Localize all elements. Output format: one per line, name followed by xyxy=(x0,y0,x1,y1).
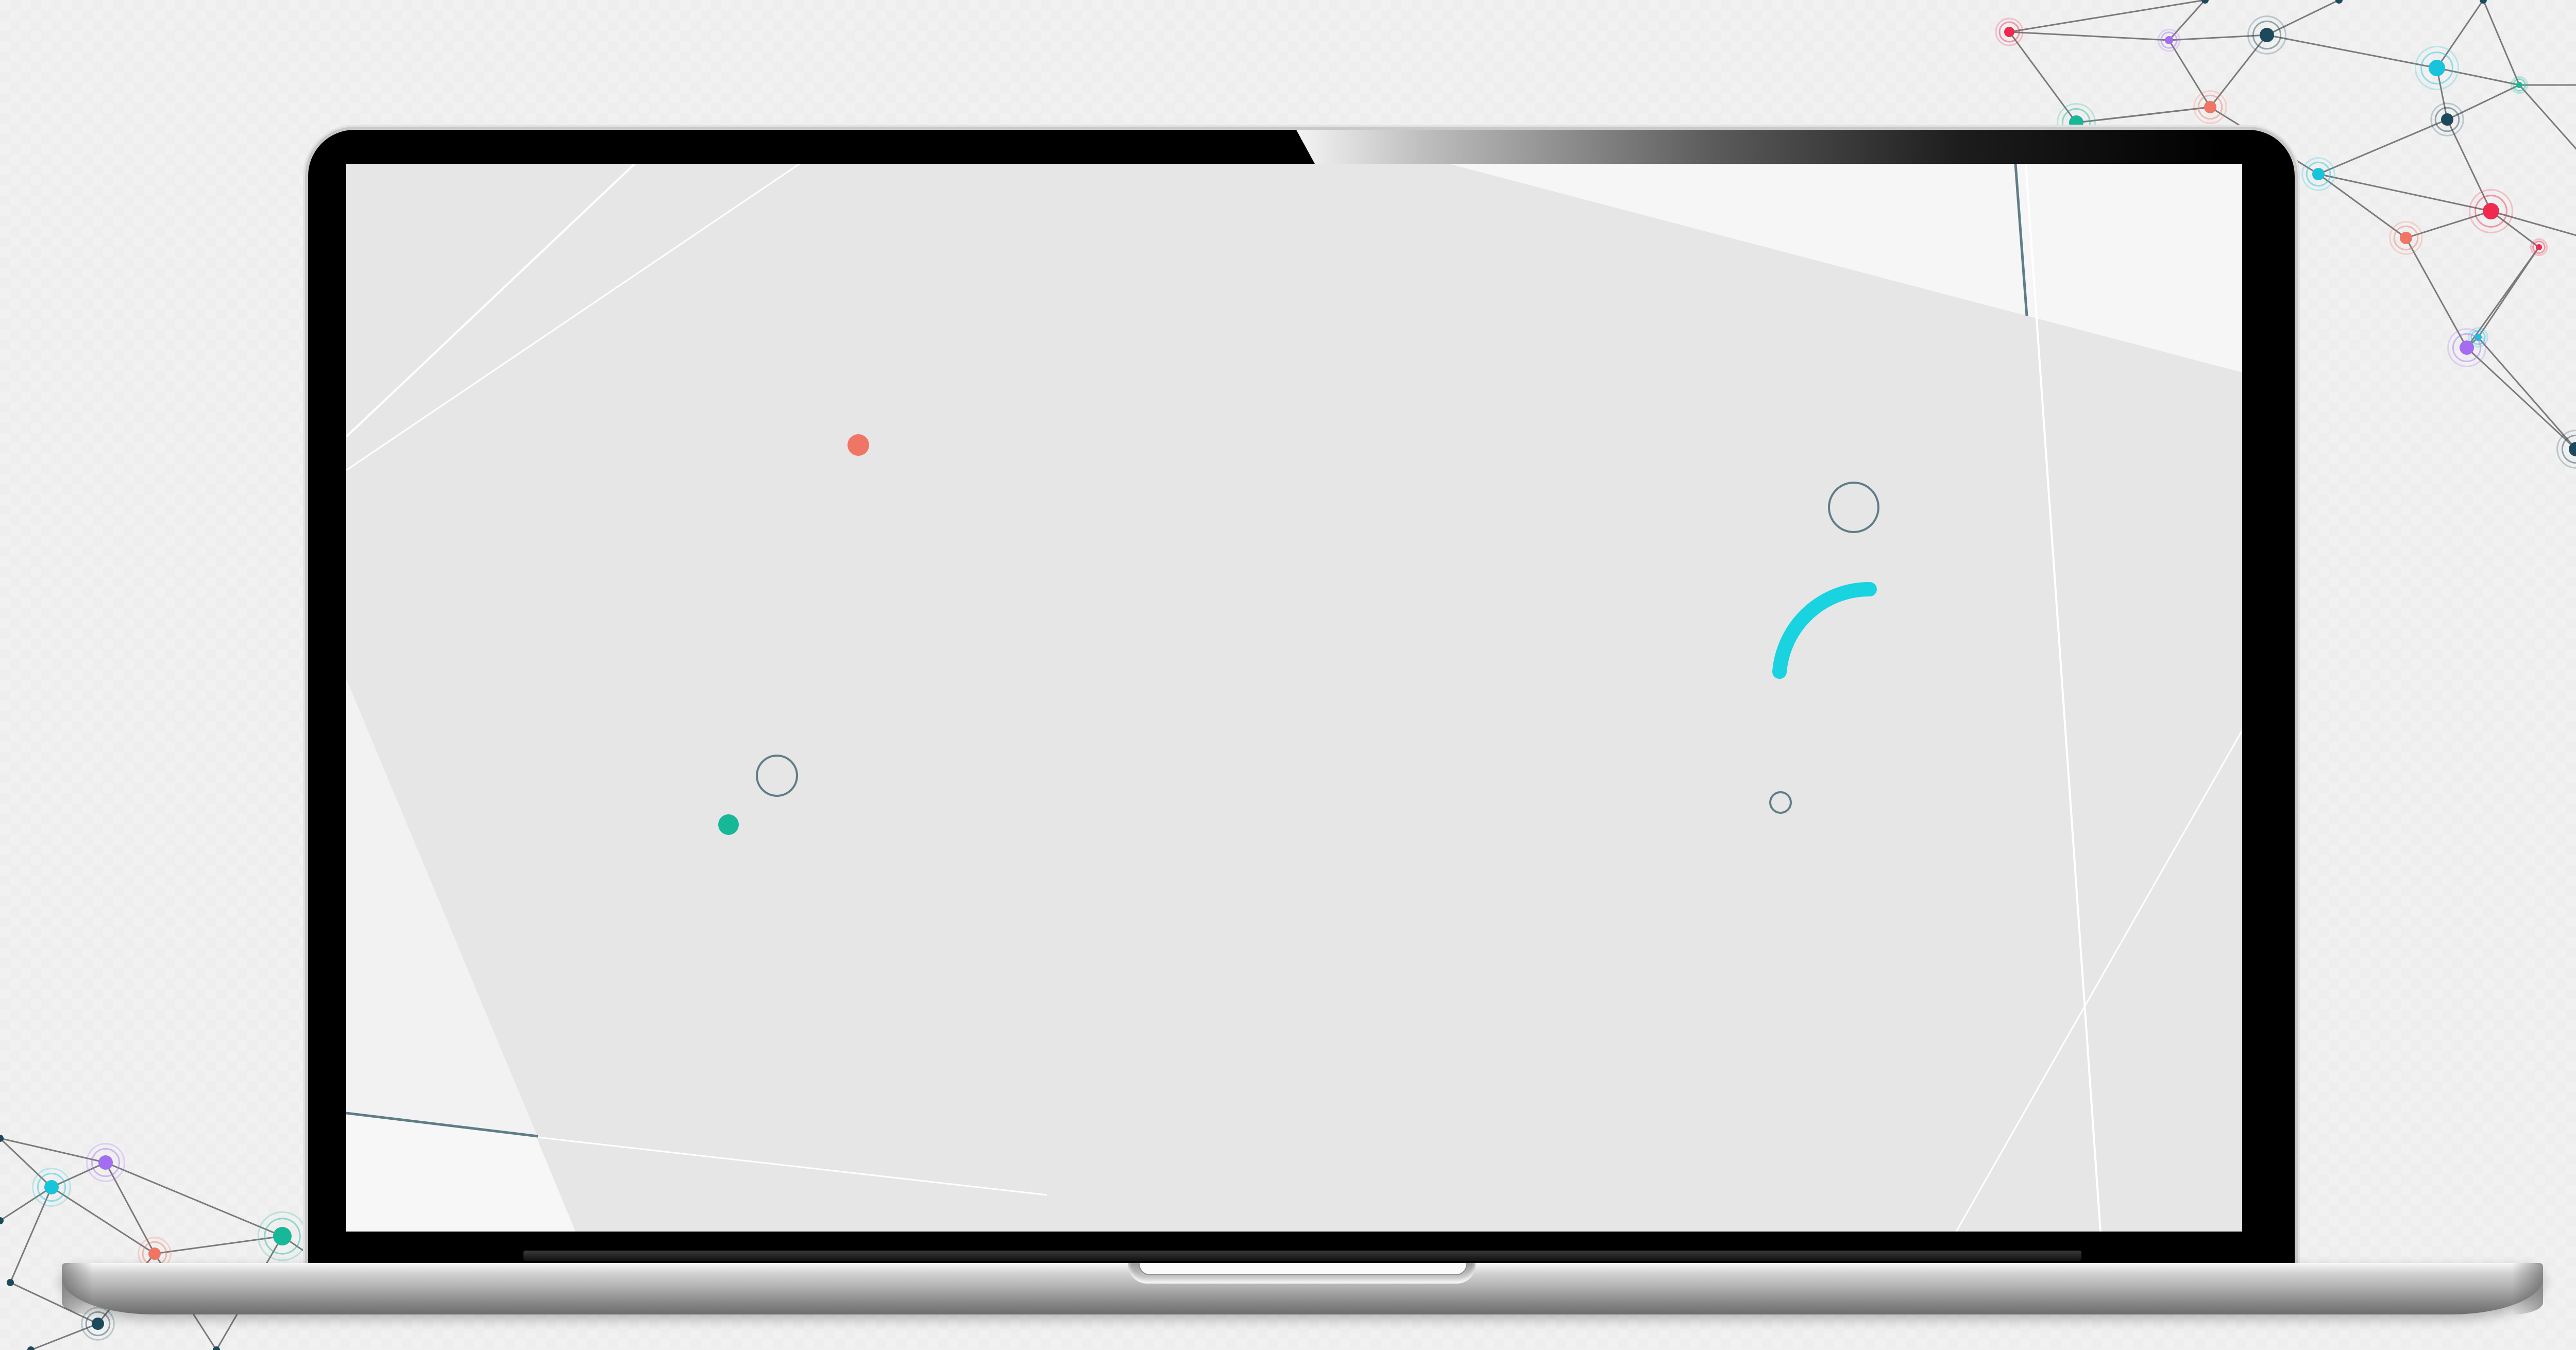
network-edge xyxy=(2318,118,2448,175)
network-edge xyxy=(2518,84,2576,150)
network-edge xyxy=(0,1137,106,1164)
network-edge xyxy=(2482,0,2520,86)
network-node xyxy=(2530,238,2548,257)
network-edge xyxy=(2477,337,2576,450)
network-edge xyxy=(2008,31,2077,123)
network-edge xyxy=(2466,347,2576,450)
network-edge xyxy=(0,1137,53,1188)
network-node xyxy=(2335,0,2343,4)
network-node xyxy=(86,1143,125,1182)
network-edge xyxy=(2266,0,2340,36)
network-edge xyxy=(2266,34,2437,69)
network-node xyxy=(2301,157,2335,191)
laptop-hinge xyxy=(523,1251,2081,1261)
network-edge xyxy=(2405,210,2492,239)
coral-dot xyxy=(848,434,869,456)
network-edge xyxy=(2436,0,2484,69)
network-edge xyxy=(2490,210,2539,248)
network-graph-decoration-bottom-left xyxy=(0,1135,338,1350)
network-node xyxy=(1995,18,2024,46)
screen-artwork xyxy=(346,164,2242,1232)
network-node xyxy=(27,1346,35,1350)
screen-fill xyxy=(346,164,2242,1232)
network-node xyxy=(32,1168,71,1207)
network-node xyxy=(2247,15,2286,55)
network-node xyxy=(2430,102,2464,136)
network-edge xyxy=(2009,31,2170,41)
network-edge xyxy=(2076,106,2211,124)
network-edge xyxy=(51,1161,106,1188)
network-node xyxy=(2510,76,2529,94)
network-node xyxy=(2414,45,2460,91)
network-node xyxy=(7,1279,14,1286)
network-edge xyxy=(105,1161,283,1237)
network-edge xyxy=(2009,0,2206,33)
teal-dot xyxy=(718,814,739,835)
laptop-screen xyxy=(346,164,2242,1232)
network-node xyxy=(2157,28,2181,52)
trackpad-notch-lip xyxy=(1139,1263,1467,1275)
network-node xyxy=(2468,189,2514,234)
network-edge xyxy=(2168,34,2267,41)
network-node xyxy=(257,1211,308,1261)
base-edge-left xyxy=(62,1263,93,1314)
lid-reflection xyxy=(1296,130,2224,164)
network-node xyxy=(2556,430,2576,469)
network-edge xyxy=(2477,247,2540,338)
network-node xyxy=(2447,328,2486,367)
base-edge-right xyxy=(2512,1263,2543,1314)
network-node xyxy=(2389,221,2423,255)
network-node xyxy=(2193,90,2227,124)
